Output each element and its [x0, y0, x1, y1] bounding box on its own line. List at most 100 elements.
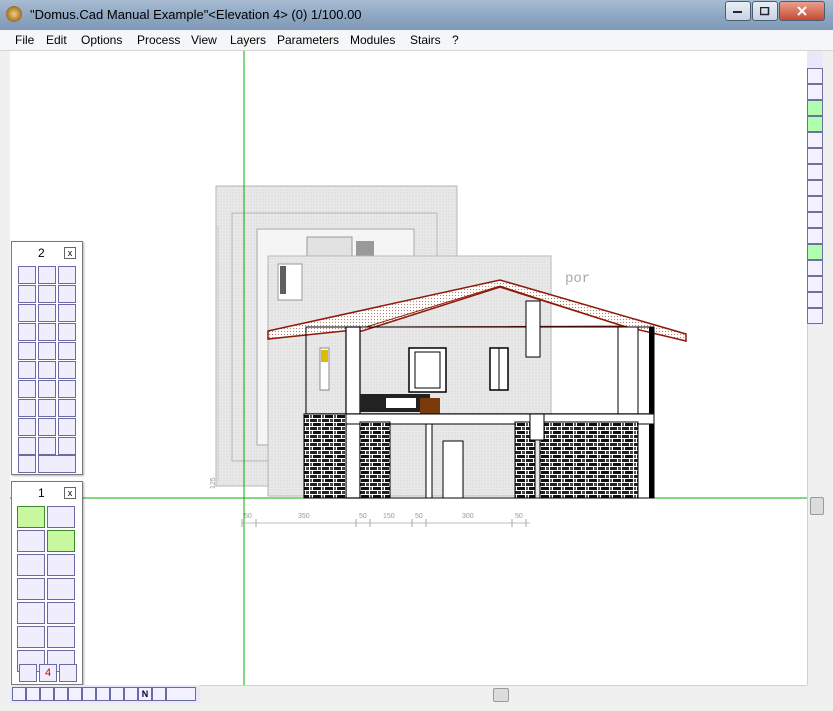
palette-1-header[interactable]: 1 x: [12, 482, 82, 502]
maximize-button[interactable]: [752, 1, 778, 21]
angle-90-tool-button[interactable]: [58, 437, 76, 455]
snap-distance-button[interactable]: [807, 164, 823, 180]
bottom-toolbar: N: [10, 685, 200, 703]
move-tool-button[interactable]: [18, 361, 36, 379]
fill-tool-button[interactable]: [18, 418, 36, 436]
roof-right-tool-button[interactable]: [58, 285, 76, 303]
snap-square-button[interactable]: [807, 292, 823, 308]
home-button[interactable]: [12, 687, 26, 701]
pan-hand-button[interactable]: [110, 687, 124, 701]
tool-palette-1: 1 x 4: [11, 481, 83, 685]
menu-options[interactable]: Options: [81, 33, 122, 47]
snap-rect-button[interactable]: [807, 276, 823, 292]
dimension-tool-button[interactable]: [17, 554, 45, 576]
snap-intersection-button[interactable]: [807, 132, 823, 148]
target-tool-button[interactable]: [38, 399, 56, 417]
roof-gable-tool-button[interactable]: [38, 285, 56, 303]
snap-line-button[interactable]: [807, 116, 823, 132]
roof-slope-tool-button[interactable]: [18, 304, 36, 322]
wall-tool-button[interactable]: [18, 323, 36, 341]
fit-width-button[interactable]: [68, 687, 82, 701]
menu-help[interactable]: ?: [452, 33, 459, 47]
snap-center-button[interactable]: [807, 228, 823, 244]
menu-file[interactable]: File: [15, 33, 34, 47]
snap-tangent-button[interactable]: [807, 212, 823, 228]
triangle-tool-button[interactable]: [58, 418, 76, 436]
level-tool-button[interactable]: [58, 361, 76, 379]
menu-parameters[interactable]: Parameters: [277, 33, 339, 47]
mirror-tool-button[interactable]: [47, 626, 75, 648]
rotate-tool-button[interactable]: [18, 380, 36, 398]
palette-2-header[interactable]: 2 x: [12, 242, 82, 262]
grid-tool-button[interactable]: [58, 342, 76, 360]
minimize-button[interactable]: [725, 1, 751, 21]
palette-down-button[interactable]: [19, 664, 37, 682]
hatch-tool-button[interactable]: [58, 323, 76, 341]
snap-perpendicular-button[interactable]: [807, 180, 823, 196]
measure-tool-button[interactable]: [47, 530, 75, 552]
palette-1-close-button[interactable]: x: [64, 487, 76, 499]
palette-2-close-button[interactable]: x: [64, 247, 76, 259]
frame-button[interactable]: [152, 687, 166, 701]
layer-button[interactable]: [96, 687, 110, 701]
curve-tool-button[interactable]: [18, 399, 36, 417]
zoom-window-button[interactable]: [47, 554, 75, 576]
vertical-scroll-thumb[interactable]: [810, 497, 824, 515]
scale-tool-button[interactable]: [38, 380, 56, 398]
roof-hip-tool-button[interactable]: [38, 304, 56, 322]
pen-tool-button[interactable]: [38, 418, 56, 436]
arrow-down-tool-button[interactable]: [58, 399, 76, 417]
text-tool-button[interactable]: [17, 530, 45, 552]
grid-toggle-button[interactable]: [82, 687, 96, 701]
zoom-out-button[interactable]: [26, 687, 40, 701]
roof-left-tool-button[interactable]: [18, 285, 36, 303]
dim-label-3: 150: [383, 513, 395, 520]
snap-grid-button[interactable]: [807, 84, 823, 100]
horizontal-scroll-thumb[interactable]: [493, 688, 509, 702]
furniture-tool-button[interactable]: [18, 437, 36, 455]
window-tool-button[interactable]: [38, 323, 56, 341]
zoom-button[interactable]: [47, 578, 75, 600]
redraw-button[interactable]: [124, 687, 138, 701]
roof-arc-tool-button[interactable]: [58, 304, 76, 322]
menu-stairs[interactable]: Stairs: [410, 33, 441, 47]
snap-parallel-button[interactable]: [807, 196, 823, 212]
pencil-button[interactable]: [47, 506, 75, 528]
align-tool-button[interactable]: [58, 380, 76, 398]
snap-angle-button[interactable]: [807, 260, 823, 276]
snap-point-button[interactable]: [807, 100, 823, 116]
north-button[interactable]: N: [138, 687, 152, 701]
vertical-scrollbar[interactable]: [807, 325, 825, 685]
palette-up-button[interactable]: [59, 664, 77, 682]
menu-layers[interactable]: Layers: [230, 33, 266, 47]
close-button[interactable]: [779, 1, 825, 21]
horizontal-scrollbar[interactable]: [200, 685, 807, 703]
pattern-tool-button[interactable]: [58, 266, 76, 284]
scrollbar-corner: [807, 685, 833, 711]
level-marker-tool-button[interactable]: [18, 455, 36, 473]
menu-edit[interactable]: Edit: [46, 33, 67, 47]
beam-tool-button[interactable]: [38, 342, 56, 360]
menu-view[interactable]: View: [191, 33, 217, 47]
stair-tool-button[interactable]: [18, 342, 36, 360]
snap-midpoint-button[interactable]: [807, 148, 823, 164]
menu-process[interactable]: Process: [137, 33, 180, 47]
diagonal-tool-button[interactable]: [38, 361, 56, 379]
app-icon[interactable]: [6, 6, 22, 22]
info-tool-button[interactable]: [18, 266, 36, 284]
select-arrow-button[interactable]: [17, 506, 45, 528]
extend-tool-button[interactable]: [17, 626, 45, 648]
snap-star-button[interactable]: [807, 68, 823, 84]
menu-modules[interactable]: Modules: [350, 33, 395, 47]
section-tool-button[interactable]: [38, 437, 56, 455]
trim-tool-button[interactable]: [17, 602, 45, 624]
zoom-in-button[interactable]: [40, 687, 54, 701]
rotate-view-button[interactable]: [17, 578, 45, 600]
snap-ortho-button[interactable]: [807, 244, 823, 260]
line-style-button[interactable]: [166, 687, 196, 701]
drawing-canvas[interactable]: por 50 350 50 150 50 300 50 125: [10, 51, 807, 685]
offset-tool-button[interactable]: [47, 602, 75, 624]
center-button[interactable]: [54, 687, 68, 701]
snap-minus-button[interactable]: [807, 308, 823, 324]
copy-tool-button[interactable]: [38, 266, 56, 284]
